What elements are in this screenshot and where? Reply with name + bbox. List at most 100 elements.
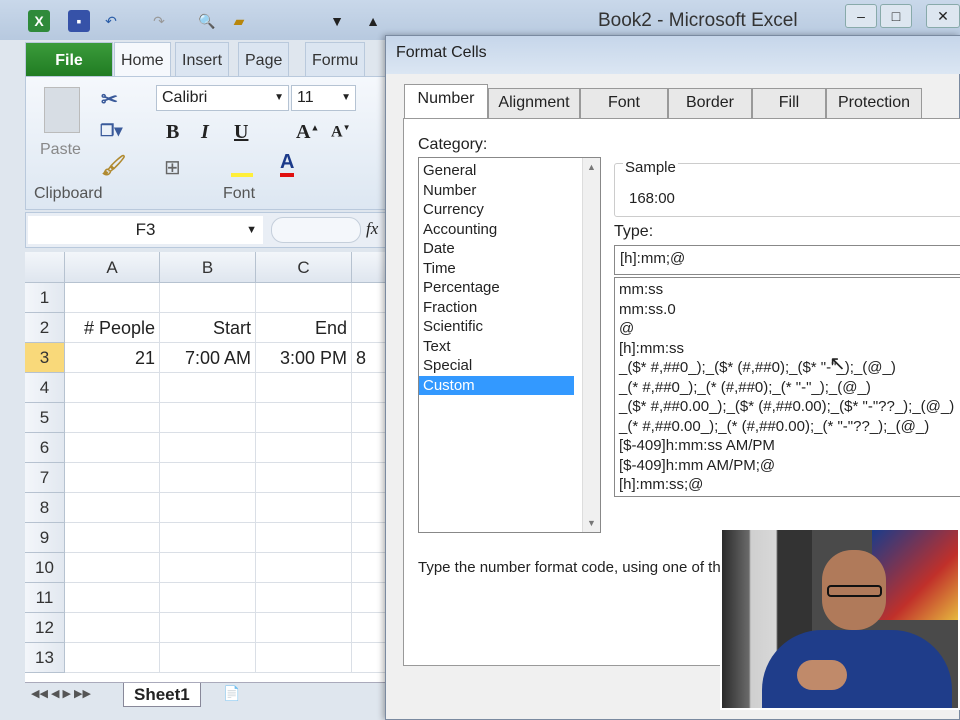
grid-cell[interactable]: [256, 373, 352, 403]
tab-number[interactable]: Number: [404, 84, 488, 119]
open-folder-icon[interactable]: ▰: [228, 10, 250, 32]
grid-cell[interactable]: [256, 553, 352, 583]
paste-icon[interactable]: [44, 87, 80, 133]
category-item[interactable]: Time: [419, 259, 574, 279]
cell-a3[interactable]: 21: [65, 343, 160, 373]
grid-cell[interactable]: [65, 583, 160, 613]
row-header-3[interactable]: 3: [25, 343, 65, 373]
maximize-button[interactable]: □: [880, 4, 912, 28]
cell-a2[interactable]: # People: [65, 313, 160, 343]
font-color-icon[interactable]: A: [280, 151, 295, 177]
grid-cell[interactable]: [256, 493, 352, 523]
tab-insert[interactable]: Insert: [175, 42, 230, 78]
grid-cell[interactable]: [160, 493, 256, 523]
cut-icon[interactable]: ✂: [101, 87, 118, 112]
insert-sheet-icon[interactable]: 📄: [223, 685, 240, 702]
close-button[interactable]: ✕: [926, 4, 960, 28]
grid-cell[interactable]: [65, 373, 160, 403]
row-header-7[interactable]: 7: [25, 463, 65, 493]
category-item[interactable]: Special: [419, 356, 574, 376]
tab-home[interactable]: Home: [114, 42, 171, 79]
row-header-10[interactable]: 10: [25, 553, 65, 583]
grid-cell[interactable]: [65, 613, 160, 643]
row-header-11[interactable]: 11: [25, 583, 65, 613]
save-icon[interactable]: ▪: [68, 10, 90, 32]
column-header-a[interactable]: A: [65, 252, 160, 283]
tab-formulas[interactable]: Formu: [305, 42, 366, 78]
grid-cell[interactable]: [65, 403, 160, 433]
fill-color-icon[interactable]: [231, 157, 253, 177]
grow-font-icon[interactable]: A▲: [296, 121, 319, 144]
category-item[interactable]: Fraction: [419, 298, 574, 318]
type-list-item[interactable]: [$-409]h:mm:ss AM/PM: [615, 436, 960, 456]
format-painter-icon[interactable]: 🖌: [101, 153, 126, 178]
tab-border[interactable]: Border: [668, 88, 752, 118]
undo-icon[interactable]: ↶: [100, 10, 122, 32]
grid-cell[interactable]: [160, 403, 256, 433]
grid-cell[interactable]: [256, 643, 352, 673]
column-header-b[interactable]: B: [160, 252, 256, 283]
grid-cell[interactable]: [256, 583, 352, 613]
type-list-item[interactable]: [$-409]h:mm AM/PM;@: [615, 456, 960, 476]
minimize-button[interactable]: –: [845, 4, 877, 28]
grid-cell[interactable]: [65, 433, 160, 463]
grid-cell[interactable]: [160, 643, 256, 673]
grid-cell[interactable]: [256, 433, 352, 463]
type-list-item[interactable]: @: [615, 319, 960, 339]
category-item[interactable]: Custom: [419, 375, 574, 395]
paste-button[interactable]: Paste: [40, 141, 81, 159]
grid-cell[interactable]: [256, 403, 352, 433]
print-preview-icon[interactable]: 🔍: [196, 10, 218, 32]
shrink-font-icon[interactable]: A▼: [331, 123, 350, 141]
category-item[interactable]: Scientific: [419, 317, 574, 337]
name-box[interactable]: F3 ▼: [28, 216, 263, 244]
grid-cell[interactable]: [65, 283, 160, 313]
category-item[interactable]: Accounting: [419, 220, 574, 240]
worksheet-grid[interactable]: A B C 1 2 3 4 5 6 7 8 9 10 11 12 13 # People Start E…: [25, 252, 392, 682]
type-list-item[interactable]: [h]:mm:ss;@: [615, 475, 960, 495]
tab-protection[interactable]: Protection: [826, 88, 922, 118]
select-all-corner[interactable]: [25, 252, 65, 283]
copy-icon[interactable]: ❐▾: [100, 121, 122, 141]
font-size-combo[interactable]: 11 ▼: [291, 85, 356, 111]
row-header-13[interactable]: 13: [25, 643, 65, 673]
grid-cell[interactable]: [160, 583, 256, 613]
row-header-1[interactable]: 1: [25, 283, 65, 313]
column-header-c[interactable]: C: [256, 252, 352, 283]
grid-cell[interactable]: [65, 553, 160, 583]
borders-icon[interactable]: ⊞: [164, 155, 181, 180]
grid-cell[interactable]: [256, 523, 352, 553]
cell-b3[interactable]: 7:00 AM: [160, 343, 256, 373]
cell-c3[interactable]: 3:00 PM: [256, 343, 352, 373]
grid-cell[interactable]: [160, 613, 256, 643]
grid-cell[interactable]: [160, 523, 256, 553]
sheet-tab-sheet1[interactable]: Sheet1: [123, 683, 201, 707]
grid-cell[interactable]: [160, 283, 256, 313]
type-list-item[interactable]: mm:ss: [615, 280, 960, 300]
collapse-ribbon-icon[interactable]: ▲: [362, 10, 384, 32]
insert-function-icon[interactable]: fx: [366, 219, 378, 239]
row-header-8[interactable]: 8: [25, 493, 65, 523]
category-scrollbar[interactable]: ▲ ▼: [582, 158, 600, 532]
tab-alignment[interactable]: Alignment: [488, 88, 580, 118]
cell-b2[interactable]: Start: [160, 313, 256, 343]
category-item[interactable]: General: [419, 161, 574, 181]
row-header-2[interactable]: 2: [25, 313, 65, 343]
formula-bar-splitter[interactable]: [271, 217, 361, 243]
cell-c2[interactable]: End: [256, 313, 352, 343]
grid-cell[interactable]: [160, 463, 256, 493]
bold-button[interactable]: B: [166, 121, 179, 144]
type-list-item[interactable]: _(* #,##0.00_);_(* (#,##0.00);_(* "-"??_…: [615, 417, 960, 437]
category-item[interactable]: Text: [419, 337, 574, 357]
tab-file[interactable]: File: [25, 42, 113, 78]
type-list[interactable]: mm:ss mm:ss.0 @ [h]:mm:ss _($* #,##0_);_($* …: [614, 277, 960, 497]
grid-cell[interactable]: [160, 553, 256, 583]
row-header-9[interactable]: 9: [25, 523, 65, 553]
underline-button[interactable]: U: [234, 121, 248, 144]
row-header-6[interactable]: 6: [25, 433, 65, 463]
category-item[interactable]: Number: [419, 181, 574, 201]
sheet-nav-arrows-icon[interactable]: ◀◀ ◀ ▶ ▶▶: [31, 687, 91, 700]
tab-fill[interactable]: Fill: [752, 88, 826, 118]
grid-cell[interactable]: [256, 613, 352, 643]
type-list-item[interactable]: _(* #,##0_);_(* (#,##0);_(* "-"_);_(@_): [615, 378, 960, 398]
